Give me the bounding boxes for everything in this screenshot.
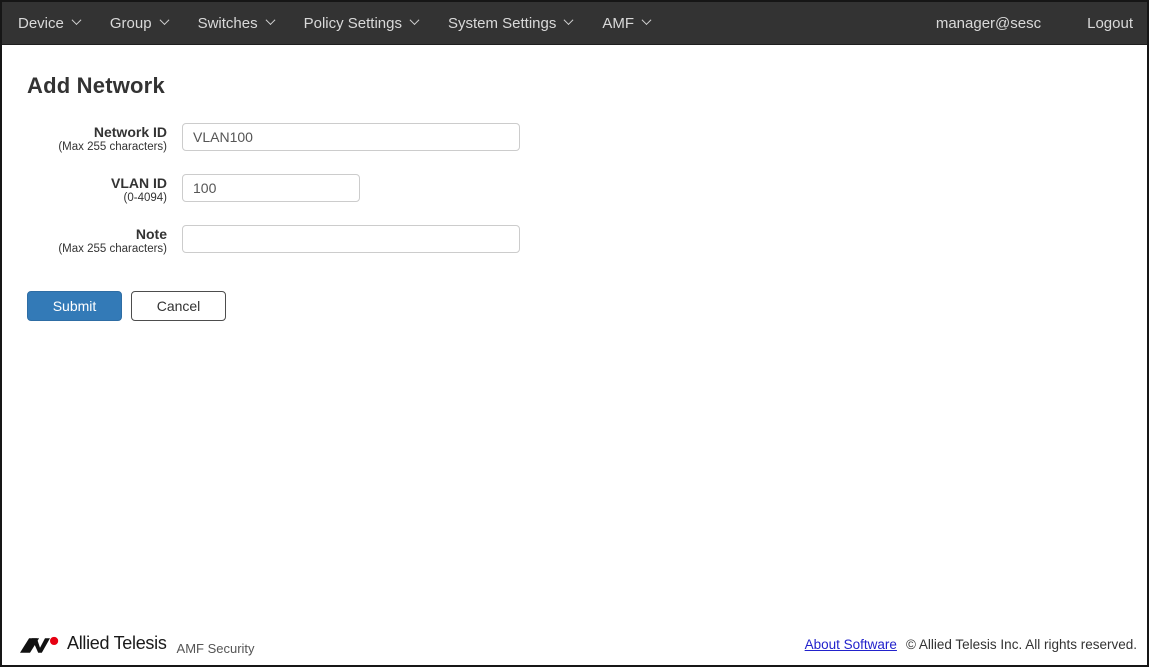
field-label-group: VLAN ID (0-4094)	[27, 174, 167, 205]
form-actions: Submit Cancel	[27, 291, 1147, 321]
nav-menu: Device Group Switches Policy Settings Sy…	[18, 15, 936, 32]
nav-item-switches[interactable]: Switches	[198, 15, 274, 32]
network-id-hint: (Max 255 characters)	[27, 140, 167, 154]
copyright-text: © Allied Telesis Inc. All rights reserve…	[906, 637, 1137, 652]
cancel-button[interactable]: Cancel	[131, 291, 226, 321]
nav-item-group[interactable]: Group	[110, 15, 168, 32]
top-navbar: Device Group Switches Policy Settings Sy…	[2, 2, 1147, 45]
form-row-network-id: Network ID (Max 255 characters)	[27, 123, 1147, 154]
chevron-down-icon	[642, 15, 652, 25]
submit-button[interactable]: Submit	[27, 291, 122, 321]
brand-name: Allied Telesis	[67, 633, 167, 654]
nav-item-label: Group	[110, 15, 152, 32]
nav-item-label: System Settings	[448, 15, 556, 32]
main-content: Add Network Network ID (Max 255 characte…	[2, 45, 1147, 321]
field-label-group: Network ID (Max 255 characters)	[27, 123, 167, 154]
add-network-page: { "navbar": { "items": [ { "label": "Dev…	[0, 0, 1149, 667]
nav-item-amf[interactable]: AMF	[602, 15, 650, 32]
note-input[interactable]	[182, 225, 520, 253]
page-title: Add Network	[27, 73, 1147, 99]
vlan-id-label: VLAN ID	[27, 175, 167, 191]
note-hint: (Max 255 characters)	[27, 242, 167, 256]
about-software-link[interactable]: About Software	[805, 637, 897, 652]
brand: Allied Telesis	[20, 633, 167, 654]
form-row-vlan-id: VLAN ID (0-4094)	[27, 174, 1147, 205]
nav-item-system-settings[interactable]: System Settings	[448, 15, 572, 32]
chevron-down-icon	[71, 15, 81, 25]
vlan-id-input[interactable]	[182, 174, 360, 202]
chevron-down-icon	[410, 15, 420, 25]
form-row-note: Note (Max 255 characters)	[27, 225, 1147, 256]
chevron-down-icon	[159, 15, 169, 25]
add-network-form: Network ID (Max 255 characters) VLAN ID …	[27, 123, 1147, 321]
allied-telesis-logo-icon	[20, 636, 60, 655]
page-footer: Allied Telesis AMF Security About Softwa…	[2, 629, 1147, 665]
nav-item-policy-settings[interactable]: Policy Settings	[304, 15, 418, 32]
note-label: Note	[27, 226, 167, 242]
vlan-id-hint: (0-4094)	[27, 191, 167, 205]
footer-legal-area: About Software © Allied Telesis Inc. All…	[805, 637, 1137, 652]
logged-in-user: manager@sesc	[936, 15, 1041, 32]
nav-item-device[interactable]: Device	[18, 15, 80, 32]
nav-item-label: Policy Settings	[304, 15, 402, 32]
product-name: AMF Security	[177, 641, 255, 656]
network-id-label: Network ID	[27, 124, 167, 140]
nav-right: manager@sesc Logout	[936, 15, 1133, 32]
footer-brand-area: Allied Telesis AMF Security	[20, 633, 255, 656]
chevron-down-icon	[564, 15, 574, 25]
nav-item-label: Switches	[198, 15, 258, 32]
nav-item-label: Device	[18, 15, 64, 32]
field-label-group: Note (Max 255 characters)	[27, 225, 167, 256]
logout-button[interactable]: Logout	[1087, 15, 1133, 32]
chevron-down-icon	[265, 15, 275, 25]
network-id-input[interactable]	[182, 123, 520, 151]
nav-item-label: AMF	[602, 15, 634, 32]
